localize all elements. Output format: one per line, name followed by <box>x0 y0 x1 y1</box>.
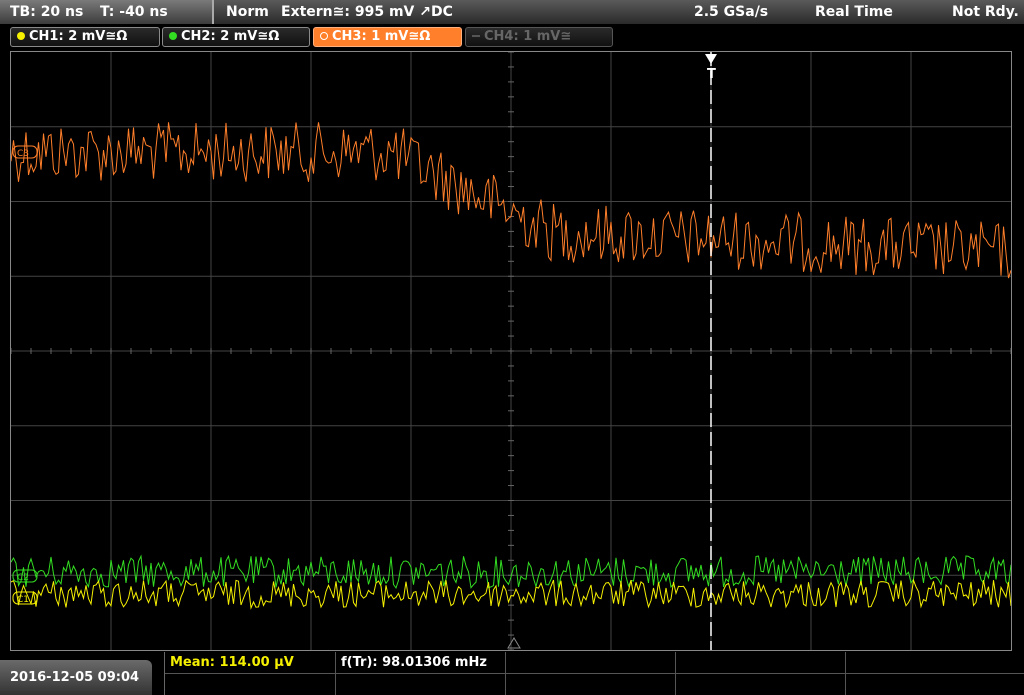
timebase-label[interactable]: TB: 20 ns <box>10 0 83 24</box>
channel-3-label: CH3: 1 mV≅Ω <box>332 29 431 44</box>
measurement-table[interactable]: Mean: 114.00 µV f(Tr): 98.01306 mHz <box>164 652 1024 695</box>
trigger-time-label[interactable]: T: -40 ns <box>100 0 168 24</box>
graticule <box>11 52 1011 650</box>
channel-4-label: CH4: 1 mV≅ <box>484 29 572 44</box>
channel-2-button[interactable]: CH2: 2 mV≅Ω <box>162 27 310 47</box>
channel-1-dot-icon <box>17 32 25 40</box>
channel-3-marker-label: C3 <box>17 149 29 159</box>
datetime-box: 2016-12-05 09:04 <box>0 660 152 695</box>
center-marker-icon <box>507 637 521 649</box>
channel-bar: CH1: 2 mV≅Ω CH2: 2 mV≅Ω CH3: 1 mV≅Ω CH4:… <box>0 24 1024 50</box>
measurement-divider <box>845 652 846 695</box>
waveform-svg: T C3 C2 C1 <box>11 52 1011 650</box>
waveform-display[interactable]: T C3 C2 C1 <box>10 51 1012 651</box>
measurement-frequency[interactable]: f(Tr): 98.01306 mHz <box>341 654 487 672</box>
channel-1-label: CH1: 2 mV≅Ω <box>29 29 128 44</box>
channel-3-dot-icon <box>320 32 328 40</box>
timebase-box[interactable]: TB: 20 ns T: -40 ns <box>0 0 214 24</box>
acquisition-mode-label: Real Time <box>815 4 893 20</box>
status-bar: TB: 20 ns T: -40 ns Norm Extern≅: 995 mV… <box>0 0 1024 24</box>
measurement-bar: 2016-12-05 09:04 Mean: 114.00 µV f(Tr): … <box>0 652 1024 695</box>
measurement-divider <box>675 652 676 695</box>
channel-1-marker-label: C1 <box>17 595 29 605</box>
channel-1-button[interactable]: CH1: 2 mV≅Ω <box>10 27 160 47</box>
channel-2-marker-label: C2 <box>17 573 29 583</box>
status-label: Not Rdy. <box>952 4 1019 20</box>
trigger-mode-label[interactable]: Norm <box>226 0 269 24</box>
channel-3-button[interactable]: CH3: 1 mV≅Ω <box>313 27 462 47</box>
trigger-source-label[interactable]: Extern≅: 995 mV ↗DC <box>281 0 453 24</box>
trigger-marker: T <box>707 67 716 82</box>
measurement-mean[interactable]: Mean: 114.00 µV <box>170 654 294 672</box>
channel-2-label: CH2: 2 mV≅Ω <box>181 29 280 44</box>
channel-4-dash-icon <box>472 35 480 37</box>
measurement-divider <box>335 652 336 695</box>
channel-4-button[interactable]: CH4: 1 mV≅ <box>465 27 613 47</box>
measurement-divider <box>505 652 506 695</box>
datetime-label: 2016-12-05 09:04 <box>10 670 140 685</box>
sample-rate-label: 2.5 GSa/s <box>694 4 769 20</box>
channel-2-dot-icon <box>169 32 177 40</box>
measurement-divider <box>165 673 1024 674</box>
trigger-arrow-icon[interactable] <box>705 54 717 64</box>
